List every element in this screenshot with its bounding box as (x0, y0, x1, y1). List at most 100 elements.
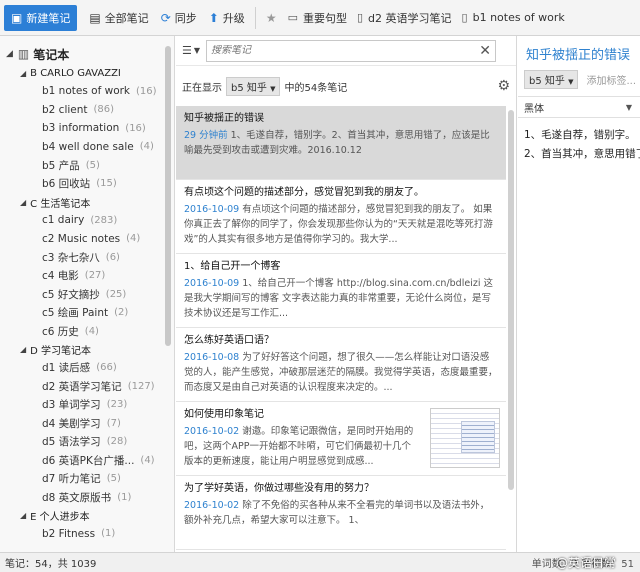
list-header: 正在显示 b5 知乎 ▼ 中的54条笔记 ⚙ (176, 66, 516, 106)
notebook-item[interactable]: c5 绘画 Paint (2) (0, 304, 174, 323)
notebook-item[interactable]: b6 回收站 (15) (0, 175, 174, 194)
new-note-button[interactable]: ▣ 新建笔记 (4, 4, 78, 31)
note-date: 2016-10-02 (184, 426, 240, 437)
note-date: 2016-10-02 (184, 500, 240, 511)
notebook-item[interactable]: c1 dairy (283) (0, 211, 174, 230)
notebook-item[interactable]: c6 历史 (4) (0, 322, 174, 341)
note-count-status: 笔记：54，共 1039 (5, 559, 97, 570)
note-title: 为了学好英语，你做过哪些没有用的努力？ (184, 483, 374, 494)
notebook-item[interactable]: c2 Music notes (4) (0, 230, 174, 249)
notebook-item[interactable]: b1 notes of work (16) (0, 82, 174, 101)
notebook-count: (5) (85, 159, 100, 171)
search-box: ✕ (206, 39, 497, 62)
notebook-item[interactable]: d7 听力笔记 (5) (0, 470, 174, 489)
notebook-name: d7 听力笔记 (42, 473, 101, 486)
note-snippet-block: 2016-10-09 1、给自己开一个博客 http://blog.sina.c… (184, 276, 498, 321)
watermark: @英语日常 (556, 556, 617, 570)
toolbar-divider (254, 6, 256, 29)
notebook-count: (1) (117, 491, 132, 503)
collapse-triangle-icon[interactable]: ◢ (20, 511, 26, 520)
editor-notebook-selector[interactable]: b5 知乎 ▼ (524, 69, 579, 89)
shortcut-item[interactable]: ▯ b1 notes of work (457, 5, 570, 31)
notebook-stack[interactable]: ◢ B CARLO GAVAZZI (0, 64, 174, 82)
note-date: 29 分钟前 (184, 130, 228, 141)
note-list-scrollbar[interactable] (508, 110, 514, 490)
notebook-item[interactable]: b2 client (86) (0, 101, 174, 120)
all-notes-button[interactable]: ▤ 全部笔记 (83, 5, 154, 31)
note-item-selected[interactable]: 知乎被揺正的错误 29 分钟前 1、毛遂自荐，错别字。2、首当其冲，意思用错了，… (176, 106, 506, 180)
notebook-item[interactable]: b3 information (16) (0, 119, 174, 138)
notebook-name: b2 client (42, 103, 88, 116)
notebook-item[interactable]: d6 英语PK台广播... (4) (0, 451, 174, 470)
sync-label: 同步 (174, 11, 197, 25)
shortcut-label: d2 英语学习笔记 (368, 11, 452, 25)
notes-icon: ▤ (89, 10, 101, 25)
editor-meta: b5 知乎 ▼ 添加标签... (518, 68, 640, 90)
collapse-triangle-icon[interactable]: ◢ (6, 49, 13, 59)
sidebar-scrollbar[interactable] (165, 46, 171, 346)
note-snippet-block: 2016-10-02 除了不免俗的买各种从来不全看完的单词书以及语法书外，额外补… (184, 498, 498, 543)
notebook-sidebar: ◢ ▥ 笔记本 ◢ B CARLO GAVAZZI b1 notes of wo… (0, 36, 175, 552)
notebook-count: (66) (96, 362, 117, 374)
notebook-name: c2 Music notes (42, 232, 121, 245)
note-item[interactable]: 有点顷这个问题的描述部分，感觉冒犯到我的朋友了。 2016-10-09 有点顷这… (176, 180, 506, 254)
notebook-count: (86) (93, 104, 115, 116)
showing-prefix: 正在显示 (182, 82, 222, 94)
note-item[interactable]: 为了学好英语，你做过哪些没有用的努力？ 2016-10-02 除了不免俗的买各种… (176, 476, 506, 550)
notebook-item[interactable]: b2 Fitness (1) (0, 525, 174, 544)
new-note-icon: ▣ (11, 10, 23, 25)
notebook-name: b2 Fitness (42, 527, 96, 540)
notebook-item[interactable]: d4 美剧学习 (7) (0, 414, 174, 433)
notebook-item[interactable]: d1 读后感 (66) (0, 359, 174, 378)
collapse-triangle-icon[interactable]: ◢ (20, 198, 26, 207)
notebook-item[interactable]: b4 well done sale (4) (0, 138, 174, 157)
editor-line: 1、毛遂自荐，错别字。 (524, 129, 636, 141)
sync-icon: ⟳ (160, 10, 171, 25)
view-options-button[interactable]: ☰ ▼ (182, 44, 200, 57)
notebook-name: c3 杂七杂八 (42, 251, 100, 264)
notebook-item[interactable]: c4 电影 (27) (0, 267, 174, 286)
notebook-stack[interactable]: ◢ C 生活笔记本 (0, 193, 174, 211)
notebook-name: c4 电影 (42, 270, 79, 283)
notebook-tree: ◢ ▥ 笔记本 ◢ B CARLO GAVAZZI b1 notes of wo… (0, 36, 174, 543)
notebook-item[interactable]: d5 语法学习 (28) (0, 433, 174, 452)
notebook-count: (28) (106, 436, 128, 448)
collapse-triangle-icon[interactable]: ◢ (20, 69, 26, 78)
shortcut-label: 重要句型 (302, 11, 347, 25)
sort-options-icon[interactable]: ⚙ (497, 78, 510, 94)
editor-title[interactable]: 知乎被揺正的错误 (518, 36, 640, 68)
note-item[interactable]: 1、给自己开一个博客 2016-10-09 1、给自己开一个博客 http://… (176, 254, 506, 328)
note-date: 2016-10-08 (184, 352, 240, 363)
upgrade-label: 升级 (222, 11, 245, 25)
notebook-stack-icon: ▥ (17, 47, 30, 61)
font-selector[interactable]: 黑体 ▼ (518, 96, 640, 118)
close-icon[interactable]: ✕ (479, 43, 491, 59)
notebooks-root-label: 笔记本 (33, 47, 70, 62)
search-input[interactable] (211, 45, 480, 56)
shortcut-item[interactable]: ▯ d2 英语学习笔记 (352, 5, 457, 31)
notebook-stack[interactable]: ◢ E 个人进步本 (0, 507, 174, 525)
add-tag-field[interactable]: 添加标签... (586, 72, 636, 87)
notebook-item[interactable]: d2 英语学习笔记 (127) (0, 377, 174, 396)
notebook-icon: ▯ (356, 11, 364, 24)
notebook-item[interactable]: d8 英文原版书 (1) (0, 488, 174, 507)
status-bar: 笔记：54，共 1039 单词数：2 字符数：51 (0, 552, 640, 572)
notebook-count: (16) (136, 85, 157, 97)
notebook-item[interactable]: c5 好文摘抄 (25) (0, 285, 174, 304)
shortcut-item[interactable]: ▭ 重要句型 (283, 5, 352, 31)
notebook-item[interactable]: b5 产品 (5) (0, 156, 174, 175)
notebook-selector[interactable]: b5 知乎 ▼ (226, 76, 281, 96)
chevron-down-icon: ▼ (625, 102, 632, 112)
note-item[interactable]: 如何使用印象笔记 2016-10-02 谢邀。印象笔记跟微信，是同时开始用的吧，… (176, 402, 506, 476)
notebooks-root[interactable]: ◢ ▥ 笔记本 (0, 44, 174, 64)
notebook-stack[interactable]: ◢ D 学习笔记本 (0, 341, 174, 359)
notebook-item[interactable]: d3 单词学习 (23) (0, 396, 174, 415)
collapse-triangle-icon[interactable]: ◢ (20, 345, 26, 354)
notebook-item[interactable]: c3 杂七杂八 (6) (0, 248, 174, 267)
editor-notebook-label: b5 知乎 (529, 75, 565, 87)
upgrade-button[interactable]: ⬆ 升级 (203, 5, 251, 31)
editor-body[interactable]: 1、毛遂自荐，错别字。 2、首当其冲，意思用错了，应该是比喻最先受到攻击或遭到灾… (518, 118, 640, 164)
all-notes-label: 全部笔记 (104, 11, 149, 25)
sync-button[interactable]: ⟳ 同步 (155, 5, 203, 31)
note-item[interactable]: 怎么练好英语口语？ 2016-10-08 为了好好答这个问题，想了很久——怎么样… (176, 328, 506, 402)
